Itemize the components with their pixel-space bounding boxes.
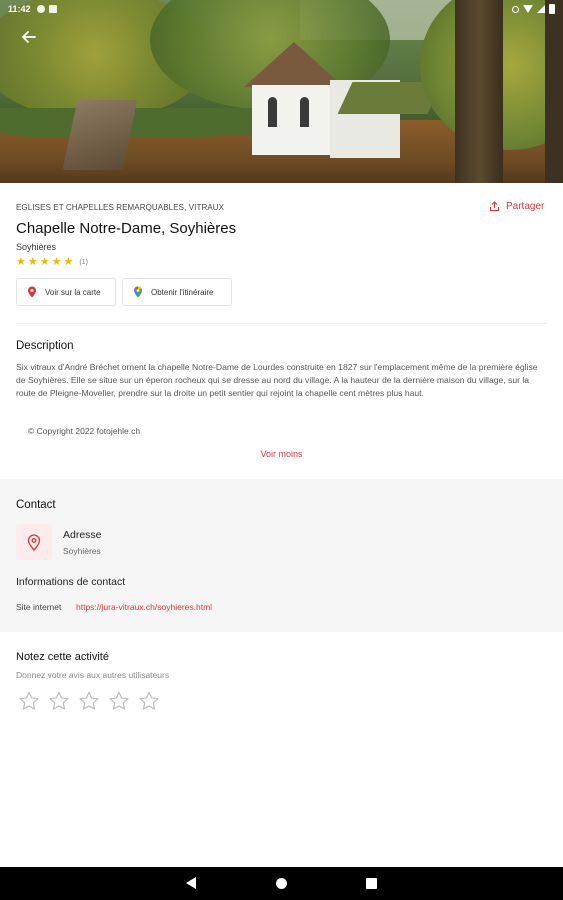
star-filled-icon: ★ [16, 256, 26, 268]
arrow-left-icon [22, 31, 36, 43]
category-label: EGLISES ET CHAPELLES REMARQUABLES, VITRA… [16, 203, 225, 212]
address-value: Soyhières [63, 546, 101, 556]
page-title: Chapelle Notre-Dame, Soyhières [16, 220, 237, 237]
description-heading: Description [16, 340, 74, 352]
nav-home-icon[interactable] [276, 878, 287, 889]
hero-image [0, 0, 563, 183]
star-filled-icon: ★ [63, 256, 74, 268]
status-time: 11:42 [8, 4, 31, 14]
map-pin-icon [28, 286, 36, 298]
star-outline-icon[interactable] [18, 690, 40, 712]
nav-recents-icon[interactable] [366, 878, 377, 889]
rating-summary: ★ ★ ★ ★ ★ (1) [16, 257, 88, 268]
location-icon [512, 5, 519, 13]
website-label: Site internet [16, 602, 62, 612]
share-label: Partager [506, 201, 545, 212]
get-directions-button[interactable]: Obtenir l'itinéraire [122, 278, 232, 306]
star-filled-icon: ★ [39, 256, 50, 268]
status-bar: 11:42 [0, 0, 563, 18]
rate-subtitle: Donnez votre avis aux autres utilisateur… [16, 670, 170, 680]
get-directions-label: Obtenir l'itinéraire [151, 287, 214, 297]
location-label: Soyhières [16, 242, 57, 252]
battery-icon [549, 4, 555, 14]
rate-stars [18, 690, 160, 712]
star-outline-icon[interactable] [108, 690, 130, 712]
address-label: Adresse [63, 529, 102, 541]
share-button[interactable]: Partager [489, 201, 544, 212]
share-icon [489, 201, 500, 212]
star-outline-icon[interactable] [78, 690, 100, 712]
signal-icon [537, 5, 545, 13]
show-less-link[interactable]: Voir moins [0, 449, 563, 459]
address-icon-box [16, 524, 52, 560]
copyright-text: © Copyright 2022 fotojehle.ch [28, 426, 141, 436]
nav-back-icon[interactable] [186, 877, 196, 889]
rate-heading: Notez cette activité [16, 651, 109, 663]
star-outline-icon[interactable] [138, 690, 160, 712]
notification-icon [48, 5, 57, 13]
back-button[interactable] [18, 28, 40, 46]
rating-count: (1) [79, 259, 88, 266]
view-on-map-button[interactable]: Voir sur la carte [16, 278, 116, 306]
star-filled-icon: ★ [27, 256, 38, 268]
star-filled-icon: ★ [51, 256, 62, 268]
map-pin-outline-icon [27, 533, 41, 551]
contact-info-heading: Informations de contact [16, 576, 126, 588]
google-maps-icon [134, 286, 142, 298]
notification-icon [36, 5, 45, 13]
website-link[interactable]: https://jura-vitraux.ch/soyhieres.html [76, 602, 212, 612]
star-outline-icon[interactable] [48, 690, 70, 712]
contact-heading: Contact [16, 499, 56, 511]
divider [16, 323, 547, 324]
description-text: Six vitraux d'André Bréchet ornent la ch… [16, 362, 538, 398]
view-on-map-label: Voir sur la carte [45, 287, 101, 297]
wifi-icon [523, 5, 533, 13]
